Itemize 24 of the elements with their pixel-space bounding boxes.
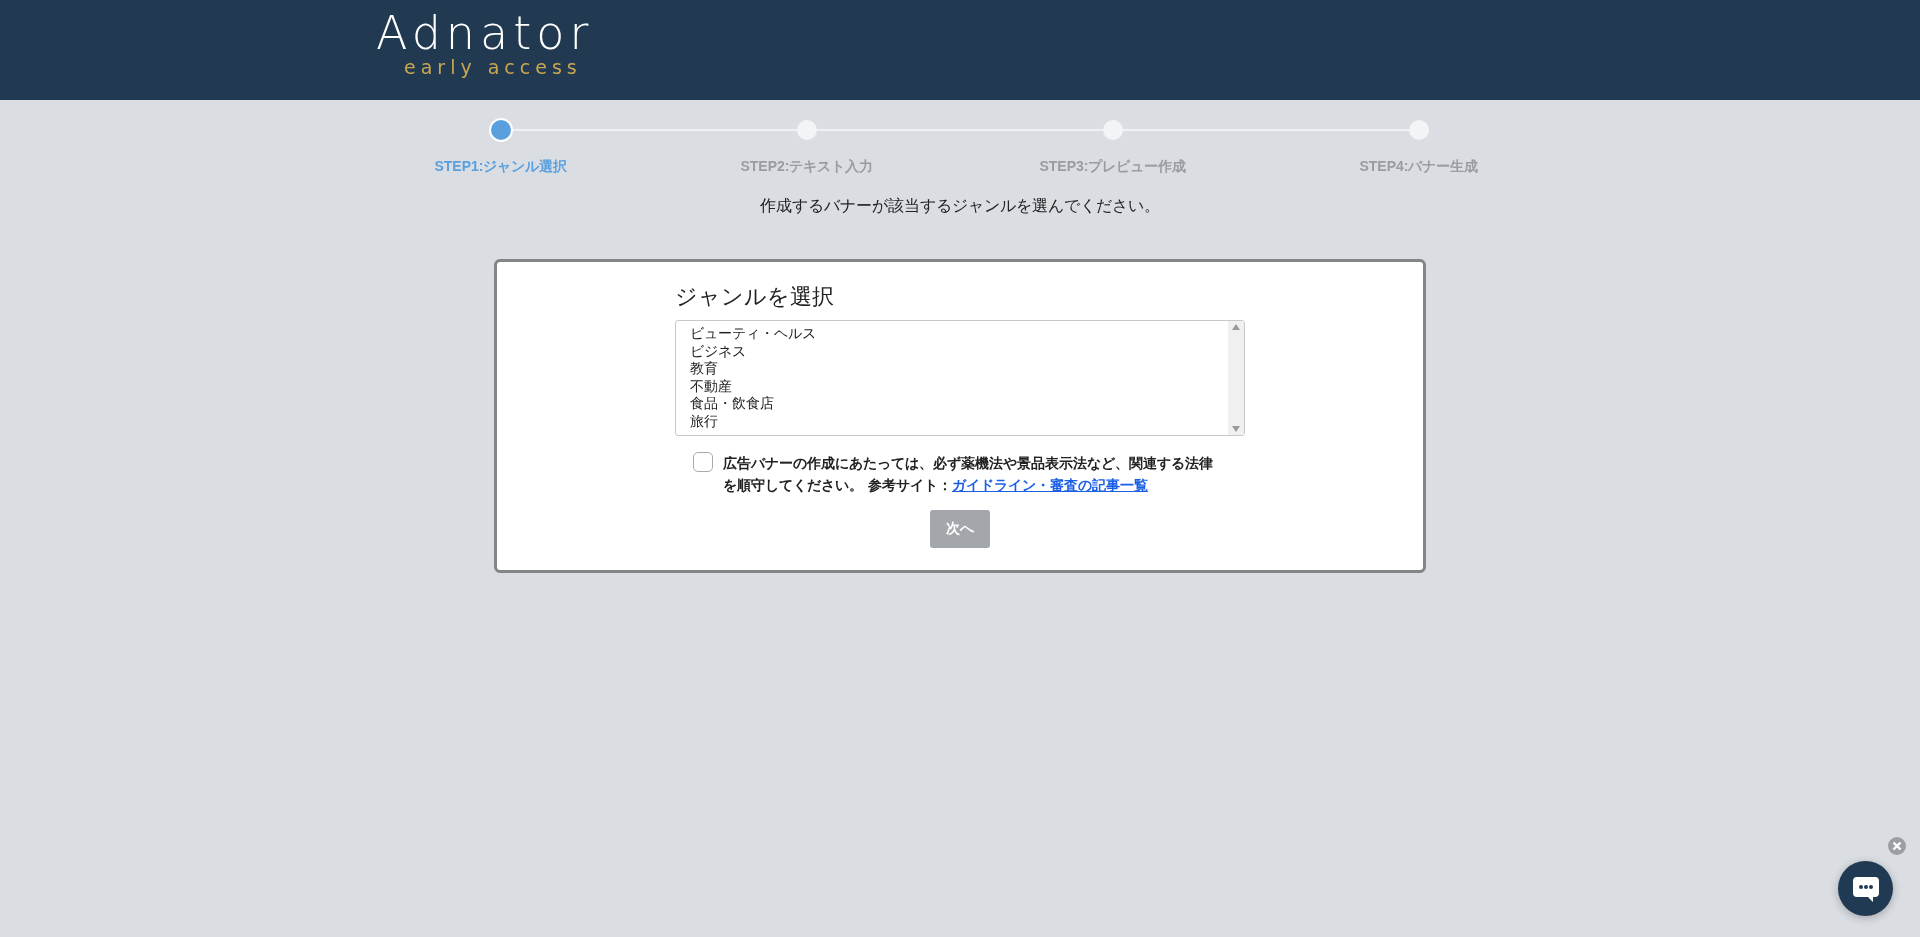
step-label: STEP4:バナー生成: [1359, 158, 1479, 176]
agreement-checkbox[interactable]: [693, 452, 713, 472]
card-title: ジャンルを選択: [675, 283, 834, 311]
instruction-text: 作成するバナーが該当するジャンルを選んでください。: [760, 196, 1160, 217]
chat-button[interactable]: [1838, 861, 1893, 916]
guideline-link[interactable]: ガイドライン・審査の記事一覧: [951, 477, 1148, 493]
step-label: STEP2:テキスト入力: [740, 158, 874, 176]
genre-option[interactable]: ビジネス: [690, 342, 746, 360]
genre-option[interactable]: ビューティ・ヘルス: [690, 325, 816, 343]
genre-option[interactable]: 不動産: [690, 377, 732, 395]
logo-tagline: early access: [404, 56, 582, 78]
genre-option[interactable]: 食品・飲食店: [690, 395, 774, 413]
scrollbar[interactable]: [1228, 321, 1244, 435]
agreement-text: 広告バナーの作成にあたっては、必ず薬機法や景品表示法など、関連する法律を順守してください。 参考サイト：ガイドライン・審査の記事一覧: [723, 454, 1214, 495]
genre-option[interactable]: 教育: [690, 360, 718, 378]
genre-option[interactable]: 旅行: [690, 412, 718, 430]
scroll-down-icon[interactable]: [1232, 426, 1240, 432]
step-label: STEP1:ジャンル選択: [434, 158, 568, 176]
close-icon[interactable]: [1888, 837, 1906, 855]
genre-list-box[interactable]: ビューティ・ヘルス ビジネス 教育 不動産 食品・飲食店 旅行: [675, 320, 1245, 436]
scroll-up-icon[interactable]: [1232, 324, 1240, 330]
logo[interactable]: Adnator: [376, 10, 594, 56]
chat-bubble-icon: [1850, 874, 1881, 903]
step-label: STEP3:プレビュー作成: [1039, 158, 1187, 176]
